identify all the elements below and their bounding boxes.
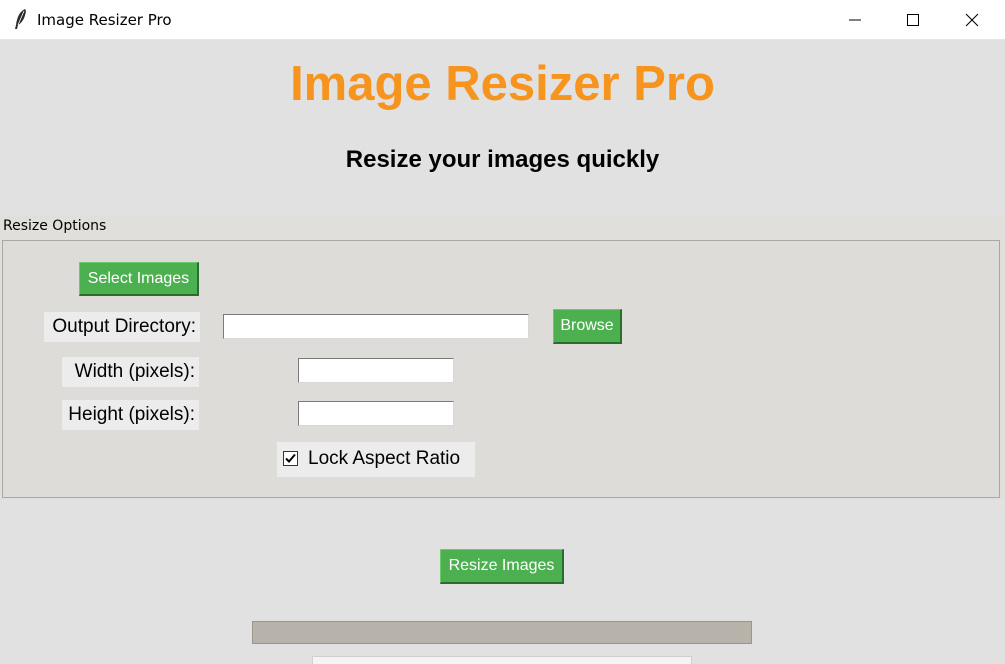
progress-bar bbox=[252, 621, 752, 644]
app-heading: Image Resizer Pro bbox=[290, 57, 715, 111]
close-icon bbox=[965, 13, 979, 26]
maximize-button[interactable] bbox=[884, 0, 942, 39]
close-button[interactable] bbox=[943, 0, 1001, 39]
feather-icon bbox=[12, 8, 30, 30]
maximize-icon bbox=[907, 13, 919, 26]
select-images-button[interactable]: Select Images bbox=[79, 262, 199, 296]
width-input[interactable] bbox=[298, 358, 454, 383]
window-title: Image Resizer Pro bbox=[37, 11, 172, 29]
checkbox-box[interactable] bbox=[283, 451, 298, 466]
minimize-icon bbox=[849, 19, 861, 20]
browse-button[interactable]: Browse bbox=[553, 309, 622, 344]
status-field bbox=[312, 656, 692, 664]
height-label: Height (pixels): bbox=[62, 400, 199, 430]
app-subtitle: Resize your images quickly bbox=[345, 146, 660, 173]
height-input[interactable] bbox=[298, 401, 454, 426]
output-directory-input[interactable] bbox=[223, 314, 529, 339]
title-bar: Image Resizer Pro bbox=[0, 0, 1005, 40]
checkmark-icon bbox=[285, 453, 296, 463]
width-label: Width (pixels): bbox=[62, 357, 199, 387]
progress-trough bbox=[253, 622, 751, 643]
lock-aspect-ratio-label: Lock Aspect Ratio bbox=[308, 448, 461, 469]
options-frame-label: Resize Options bbox=[3, 218, 107, 234]
output-directory-label: Output Directory: bbox=[44, 312, 200, 342]
minimize-button[interactable] bbox=[826, 0, 884, 39]
resize-images-button[interactable]: Resize Images bbox=[440, 549, 564, 584]
lock-aspect-ratio-checkbox[interactable]: Lock Aspect Ratio bbox=[277, 442, 475, 477]
